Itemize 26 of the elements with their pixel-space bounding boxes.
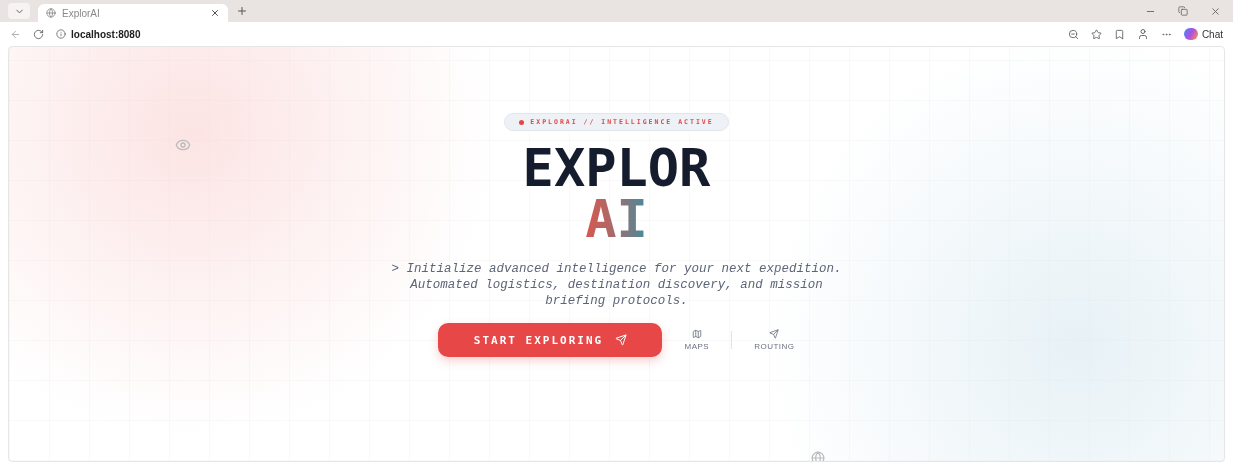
map-icon bbox=[691, 329, 702, 339]
address-field[interactable]: localhost:8080 bbox=[56, 25, 141, 43]
reload-icon[interactable] bbox=[33, 28, 44, 40]
back-icon[interactable] bbox=[10, 28, 21, 40]
tagline: > Initialize advanced intelligence for your next expedition. Automated logistics, destination discovery, and mission briefing protocols. bbox=[390, 261, 843, 309]
start-exploring-button[interactable]: START EXPLORING bbox=[438, 323, 663, 357]
tab-title: ExplorAI bbox=[62, 7, 101, 19]
send-icon bbox=[769, 329, 780, 339]
new-tab-icon[interactable] bbox=[236, 5, 248, 17]
feature-link[interactable]: MAPS bbox=[684, 329, 710, 351]
send-icon bbox=[615, 334, 628, 346]
zoom-out-icon[interactable] bbox=[1067, 28, 1079, 40]
profile-icon[interactable] bbox=[1136, 28, 1149, 40]
close-icon[interactable] bbox=[1210, 5, 1221, 17]
info-icon bbox=[56, 29, 66, 39]
favicon-icon bbox=[46, 8, 56, 18]
favorites-icon[interactable] bbox=[1113, 28, 1125, 40]
chat-button[interactable]: Chat bbox=[1183, 28, 1223, 40]
restore-icon[interactable] bbox=[1178, 5, 1188, 16]
browser-tab[interactable]: ExplorAI bbox=[38, 4, 228, 22]
globe-icon bbox=[811, 451, 825, 461]
feature-link[interactable]: ROUTING bbox=[754, 329, 795, 351]
eye-icon bbox=[175, 137, 191, 153]
hero-title: EXPLOR bbox=[522, 143, 711, 193]
close-icon[interactable] bbox=[210, 8, 220, 18]
star-icon[interactable] bbox=[1090, 28, 1102, 40]
